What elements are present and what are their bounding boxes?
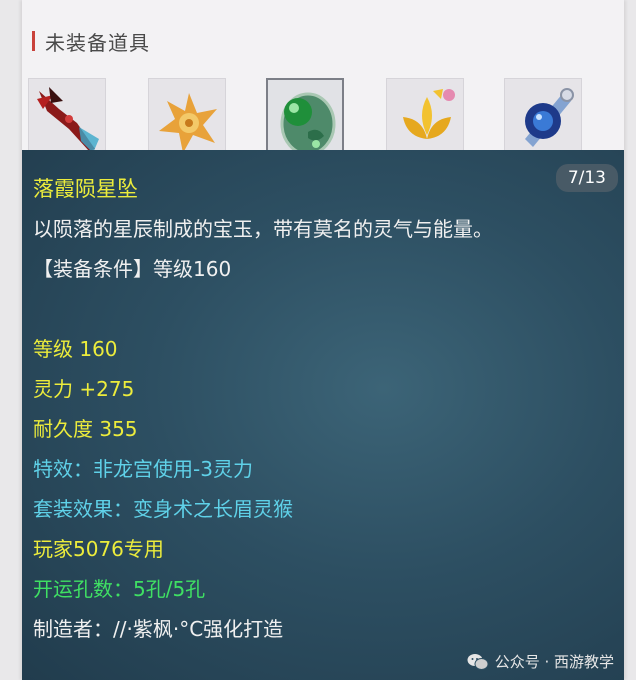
green-jade-pendant-icon xyxy=(280,92,336,154)
item-tooltip: 落霞陨星坠 7/13 以陨落的星辰制成的宝玉，带有莫名的灵气与能量。 【装备条件… xyxy=(22,150,624,680)
stat-level: 等级 160 xyxy=(33,337,118,361)
golden-lotus-icon xyxy=(403,89,455,139)
stat-durability: 耐久度 355 xyxy=(33,417,138,441)
item-slot-4[interactable] xyxy=(386,78,464,156)
inventory-panel: 未装备道具 落霞陨星坠 7/13 以陨落的星辰制成的宝玉，带有莫名的灵气与能量。… xyxy=(22,0,624,680)
section-header: 未装备道具 xyxy=(32,26,150,56)
equip-requirement: 【装备条件】等级160 xyxy=(33,257,232,281)
item-slot-1[interactable] xyxy=(28,78,106,156)
blue-gem-icon xyxy=(525,88,574,147)
golden-flower-icon xyxy=(159,93,217,153)
section-accent-bar xyxy=(32,31,35,51)
section-title: 未装备道具 xyxy=(45,30,150,55)
stat-spirit: 灵力 +275 xyxy=(33,377,135,401)
watermark: 公众号 · 西游教学 xyxy=(467,651,614,672)
item-name: 落霞陨星坠 xyxy=(33,177,138,201)
item-description: 以陨落的星辰制成的宝玉，带有莫名的灵气与能量。 xyxy=(33,217,493,241)
special-effect: 特效：非龙宫使用-3灵力 xyxy=(33,457,253,481)
red-feather-weapon-icon xyxy=(37,87,99,153)
item-slot-2[interactable] xyxy=(148,78,226,156)
set-effect: 套装效果：变身术之长眉灵猴 xyxy=(33,497,293,521)
wechat-icon xyxy=(467,653,489,670)
owner-restriction: 玩家5076专用 xyxy=(33,537,164,561)
maker-info: 制造者：//·紫枫·°C强化打造 xyxy=(33,617,284,641)
item-slot-3[interactable] xyxy=(266,78,344,156)
item-counter-badge: 7/13 xyxy=(555,164,618,192)
item-slot-5[interactable] xyxy=(504,78,582,156)
socket-count: 开运孔数：5孔/5孔 xyxy=(33,577,206,601)
item-row xyxy=(22,76,624,156)
watermark-text: 公众号 · 西游教学 xyxy=(494,653,614,671)
